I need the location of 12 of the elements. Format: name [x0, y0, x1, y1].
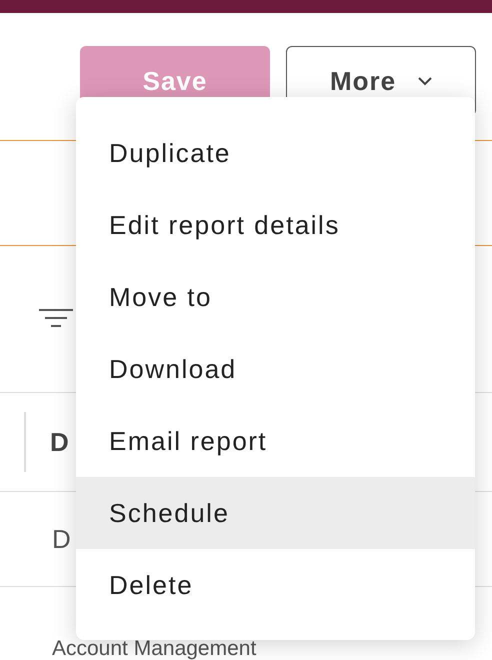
table-cell: Account Management: [52, 639, 256, 659]
table-cell: D: [52, 524, 71, 554]
menu-item[interactable]: Email report: [76, 405, 475, 477]
menu-item[interactable]: Schedule: [76, 477, 475, 549]
menu-item[interactable]: Delete: [76, 549, 475, 621]
filter-icon[interactable]: [38, 308, 74, 330]
caret-icon: [418, 76, 432, 86]
menu-item[interactable]: Edit report details: [76, 189, 475, 261]
column-header[interactable]: D: [50, 426, 69, 458]
menu-item[interactable]: Duplicate: [76, 117, 475, 189]
menu-item[interactable]: Download: [76, 333, 475, 405]
menu-item[interactable]: Move to: [76, 261, 475, 333]
